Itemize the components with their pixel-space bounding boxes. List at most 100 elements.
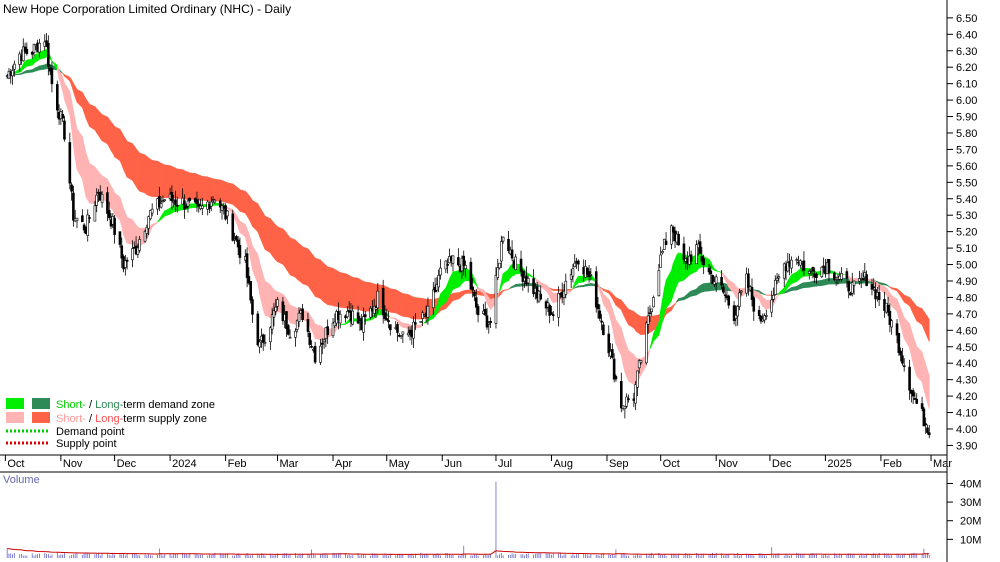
candle-body: [209, 201, 213, 207]
price-tick-label: 4.00: [956, 424, 977, 436]
candle-body: [765, 315, 768, 317]
candle-body: [795, 259, 799, 261]
long-term-zone-segment: [26, 69, 33, 74]
price-tick-label: 6.20: [956, 62, 977, 74]
candle-body: [865, 274, 868, 286]
candle-body: [908, 366, 911, 391]
short-term-zone-segment: [916, 345, 923, 383]
time-tick-label: Jun: [444, 458, 462, 470]
candle-body: [131, 248, 134, 261]
candle-body: [301, 308, 304, 320]
candle-body: [564, 280, 568, 295]
short-term-zone-segment: [577, 275, 585, 284]
candle-body: [840, 273, 843, 280]
candle-body: [476, 306, 480, 316]
candle-body: [274, 306, 278, 312]
candle-body: [924, 423, 927, 426]
candle-body: [551, 314, 555, 316]
candle-body: [201, 205, 204, 209]
candle-body: [457, 257, 460, 266]
candle-body: [677, 233, 680, 246]
candle-body: [469, 261, 473, 290]
long-term-zone-segment: [803, 281, 810, 289]
candle-body: [399, 335, 403, 337]
long-term-zone-segment: [302, 246, 309, 287]
candle-body: [920, 403, 924, 409]
price-tick-label: 5.70: [956, 144, 977, 156]
short-term-zone-segment: [264, 280, 271, 318]
candle-body: [815, 273, 818, 278]
candle-body: [471, 286, 474, 291]
candle-body: [589, 274, 593, 276]
time-tick-label: 2024: [172, 458, 196, 470]
time-tick-label: Nov: [63, 458, 83, 470]
candle-body: [95, 194, 98, 206]
candle-body: [807, 271, 811, 274]
candle-body: [587, 271, 591, 277]
time-tick-label: Sep: [609, 458, 629, 470]
candle-body: [507, 238, 510, 251]
long-term-zone-segment: [314, 257, 321, 299]
long-term-zone-segment: [415, 297, 422, 320]
candle-body: [738, 292, 741, 307]
time-tick-label: Jul: [498, 458, 512, 470]
candle-body: [175, 204, 179, 207]
long-term-zone-segment: [515, 283, 522, 287]
candle-body: [709, 270, 713, 275]
time-tick-label: Feb: [883, 458, 902, 470]
candle-body: [645, 322, 648, 364]
price-tick-label: 4.20: [956, 391, 977, 403]
legend-swatch-short-demand: [6, 398, 24, 409]
candle-body: [485, 315, 489, 328]
short-term-zone-segment: [314, 323, 321, 341]
candle-body: [159, 203, 163, 208]
candle-body: [100, 193, 104, 204]
price-tick-label: 4.40: [956, 358, 977, 370]
candle-body: [770, 299, 773, 313]
candle-body: [11, 70, 14, 77]
volume-tick-label: 30M: [960, 497, 981, 509]
price-tick-label: 6.00: [956, 95, 977, 107]
candle-body: [598, 310, 602, 319]
long-term-zone-segment: [114, 126, 121, 162]
candle-body: [501, 236, 505, 242]
candle-body: [782, 263, 786, 279]
candle-body: [288, 336, 292, 339]
candle-body: [310, 346, 313, 348]
time-tick-label: Mar: [280, 458, 299, 470]
volume-label: Volume: [3, 474, 40, 486]
candle-body: [652, 297, 655, 308]
legend-swatch-short-supply: [6, 412, 24, 423]
candle-body: [297, 312, 301, 322]
price-tick-label: 5.30: [956, 210, 977, 222]
candle-body: [902, 365, 906, 368]
legend-supply-rest: term supply zone: [123, 413, 207, 425]
candle-body: [473, 292, 476, 297]
long-term-zone-segment: [339, 272, 346, 309]
candle-body: [308, 333, 312, 346]
candle-body: [464, 265, 467, 269]
candle-body: [926, 427, 929, 433]
long-term-zone-segment: [577, 284, 585, 288]
candle-body: [689, 254, 693, 262]
time-tick-label: Feb: [228, 458, 247, 470]
candle-body: [269, 327, 272, 343]
long-term-zone-segment: [139, 152, 146, 194]
time-tick-label: Nov: [718, 458, 738, 470]
candle-body: [899, 350, 902, 356]
candle-body: [614, 376, 618, 380]
candle-body: [847, 280, 850, 292]
candle-body: [439, 267, 442, 276]
short-term-zone-segment: [26, 58, 33, 67]
long-term-zone-segment: [552, 288, 559, 292]
candle-body: [682, 243, 686, 261]
legend-supply-zone: Short- / Long-term supply zone: [56, 413, 207, 425]
candle-body: [877, 291, 881, 300]
candle-body: [911, 390, 915, 397]
short-term-zone-segment: [628, 349, 635, 386]
long-term-zone-segment: [703, 282, 710, 292]
candle-body: [664, 240, 668, 246]
long-term-zone-segment: [189, 172, 196, 200]
candle-body: [272, 310, 276, 318]
candle-body: [383, 312, 387, 319]
